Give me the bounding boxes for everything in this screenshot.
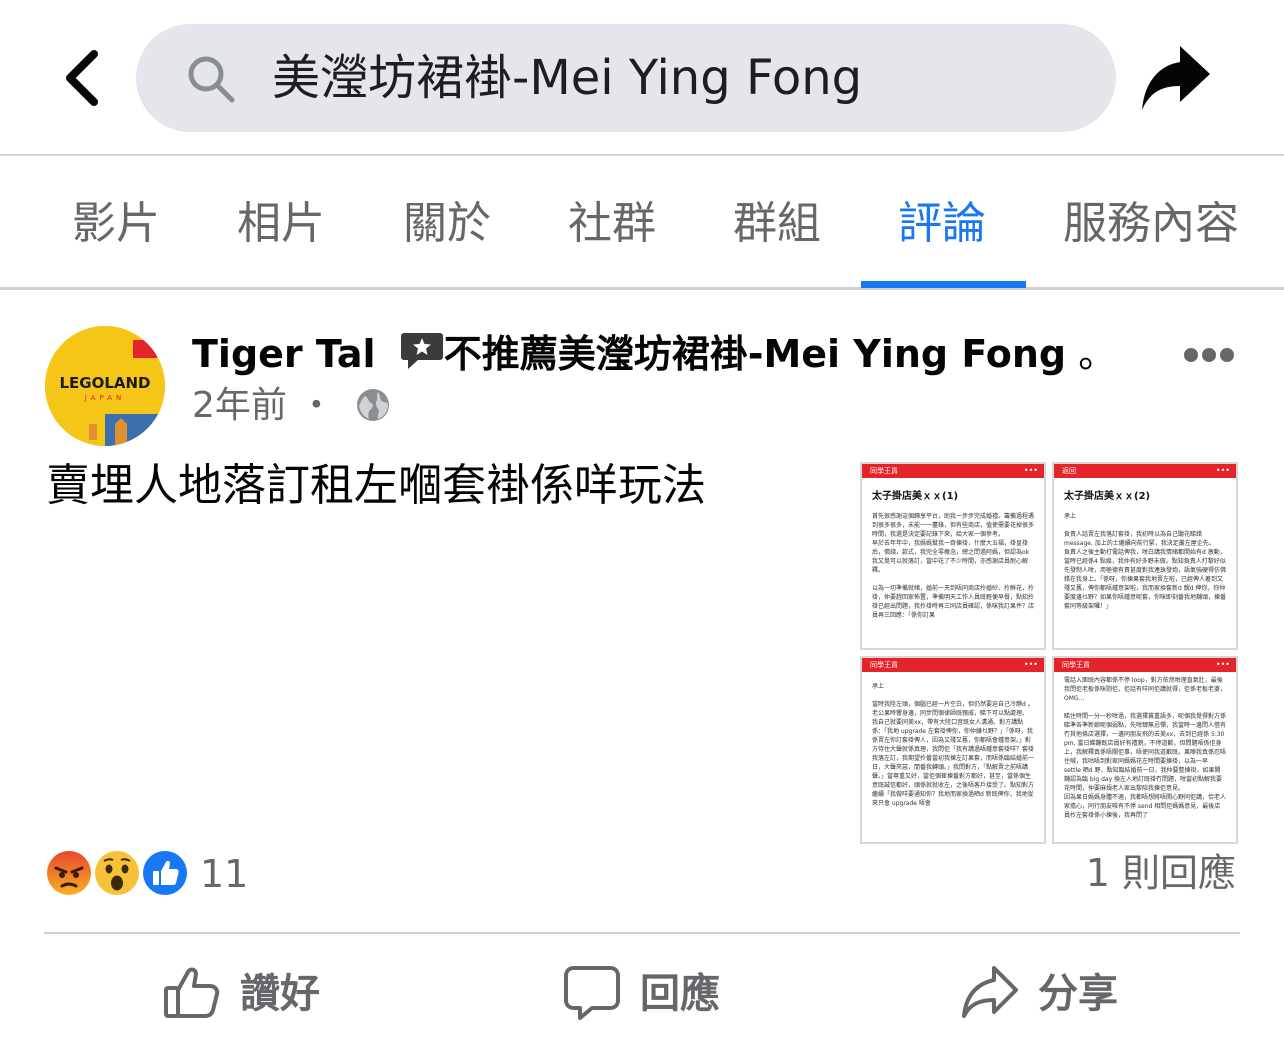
meta-separator: ・ — [298, 385, 335, 426]
photo-title: 太子掛店美ｘｘ(1) — [872, 491, 959, 502]
svg-text:LEGOLAND: LEGOLAND — [59, 374, 150, 392]
post-author-line: Tiger Tal 不推薦美瀅坊裙褂-Mei Ying Fong 。 — [192, 328, 1116, 380]
photo-body-text: 承上 當時我陸左頭，個腦已經一片空白，但仍然要迫自己冷靜d 。老公果時響身邊，同… — [872, 683, 1035, 807]
photo-app-bar: 同學王貢 ••• — [862, 464, 1044, 478]
tab-videos[interactable]: 影片 — [72, 196, 160, 252]
tab-services[interactable]: 服務內容 — [1063, 196, 1239, 252]
tab-groups[interactable]: 群組 — [733, 196, 821, 252]
share-button-label: 分享 — [1038, 971, 1118, 1017]
recommend-suffix: 。 — [1066, 332, 1117, 376]
like-button[interactable]: 讚好 — [162, 962, 342, 1026]
photo-body-text: 首先很感謝這個歸享平台，助我一步步完成婚禮。籌備過程遇到很多很多，未能一一盡錄，… — [872, 513, 1035, 619]
wow-reaction-icon — [92, 848, 142, 898]
photo-title: 太子掛店美ｘｘ(2) — [1064, 491, 1151, 502]
photo-thumbnail[interactable]: 同學王貢 ••• 承上 當時我陸左頭，個腦已經一片空白，但仍然要迫自己冷靜d 。老… — [860, 656, 1046, 844]
author-name[interactable]: Tiger Tal — [192, 332, 376, 376]
share-icon — [962, 966, 1018, 1018]
photo-grid: 同學王貢 ••• 太子掛店美ｘｘ(1) 首先很感謝這個歸享平台，助我一步步完成婚禮… — [860, 462, 1240, 844]
photo-body-text: 電話入面既內容都係不停 loop，對方依然咁理直氣壯，最後我問佢老板係咪剔佢，佢… — [1064, 677, 1227, 819]
like-reaction-icon — [140, 848, 190, 898]
avatar[interactable]: LEGOLAND JAPAN — [45, 326, 165, 446]
photo-thumbnail[interactable]: 同學王貢 ••• 太子掛店美ｘｘ(1) 首先很感謝這個歸享平台，助我一步步完成婚禮… — [860, 462, 1046, 650]
comment-button[interactable]: 回應 — [562, 962, 742, 1026]
search-icon — [188, 56, 235, 103]
more-dot — [1202, 348, 1216, 362]
more-dot — [1184, 348, 1198, 362]
angry-reaction-icon — [44, 848, 94, 898]
tab-photos[interactable]: 相片 — [237, 196, 325, 252]
tab-community[interactable]: 社群 — [568, 196, 656, 252]
post-time[interactable]: 2年前 — [192, 385, 287, 426]
recommend-badge-icon — [400, 333, 443, 369]
thumbs-up-icon — [164, 967, 220, 1018]
active-tab-indicator — [861, 281, 1026, 288]
tab-reviews[interactable]: 評論 — [898, 196, 986, 252]
post-meta: 2年前 ・ — [192, 384, 390, 428]
comment-button-label: 回應 — [640, 971, 720, 1017]
photo-app-bar: 同學王貢 ••• — [1054, 658, 1236, 672]
top-bar: 美瀅坊裙褂-Mei Ying Fong — [0, 0, 1284, 156]
divider — [44, 932, 1240, 934]
svg-text:JAPAN: JAPAN — [84, 394, 126, 402]
photo-thumbnail[interactable]: 返回 ••• 太子掛店美ｘｘ(2) 承上 負責人話賣左我落訂套褂，我初時以為自己聽… — [1052, 462, 1238, 650]
share-arrow-icon — [1142, 46, 1210, 110]
search-query-text: 美瀅坊裙褂-Mei Ying Fong — [272, 50, 863, 106]
share-page-button[interactable] — [1140, 42, 1212, 114]
comment-count[interactable]: 1 則回應 — [1086, 850, 1236, 896]
recommend-page-link[interactable]: 不推薦美瀅坊裙褂-Mei Ying Fong — [444, 332, 1066, 376]
page-tabs: 影片 相片 關於 社群 群組 評論 服務內容 — [0, 158, 1284, 290]
photo-thumbnail[interactable]: 同學王貢 ••• 電話入面既內容都係不停 loop，對方依然咁理直氣壯，最後我問佢… — [1052, 656, 1238, 844]
reaction-count[interactable]: 11 — [200, 852, 248, 896]
share-button[interactable]: 分享 — [960, 962, 1140, 1026]
globe-icon — [356, 389, 389, 421]
search-bar[interactable]: 美瀅坊裙褂-Mei Ying Fong — [136, 24, 1116, 132]
post-body-text: 賣埋人地落訂租左嗰套褂係咩玩法 — [46, 460, 706, 511]
tab-about[interactable]: 關於 — [403, 196, 491, 252]
back-button[interactable] — [58, 48, 106, 108]
like-button-label: 讚好 — [240, 971, 320, 1017]
photo-app-bar: 同學王貢 ••• — [862, 658, 1044, 672]
photo-app-bar: 返回 ••• — [1054, 464, 1236, 478]
more-dot — [1220, 348, 1234, 362]
post-options-button[interactable] — [1180, 342, 1236, 370]
comment-icon — [564, 966, 620, 1020]
chevron-left-icon — [66, 50, 98, 106]
photo-body-text: 承上 負責人話賣左我落訂套褂，我初時以為自己聽花睇錯message, 加上的士繼… — [1064, 513, 1227, 610]
legoland-logo: LEGOLAND JAPAN — [45, 326, 165, 446]
